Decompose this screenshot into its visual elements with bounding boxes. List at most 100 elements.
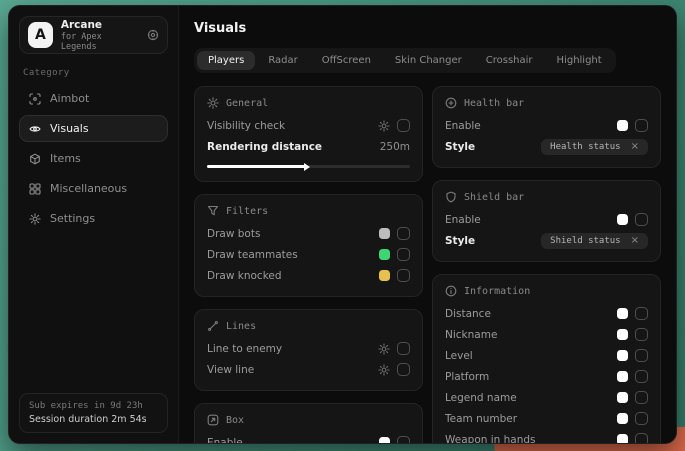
setting-row-team-number: Team number [445,408,648,429]
sidebar-item-label: Miscellaneous [50,182,127,195]
setting-row-rendering-distance: Rendering distance250m [207,136,410,171]
setting-label: Weapon in hands [445,434,617,444]
checkbox[interactable] [397,119,410,132]
tab-players[interactable]: Players [197,51,255,70]
color-swatch[interactable] [379,270,390,281]
color-swatch[interactable] [617,120,628,131]
tab-crosshair[interactable]: Crosshair [475,51,544,70]
setting-label: Nickname [445,329,617,341]
color-swatch[interactable] [379,228,390,239]
setting-row-weapon-in-hands: Weapon in hands [445,429,648,443]
slider[interactable] [207,162,410,171]
checkbox[interactable] [635,307,648,320]
session-duration-text: Session duration 2m 54s [29,414,158,425]
tab-radar[interactable]: Radar [257,51,308,70]
checkbox[interactable] [635,119,648,132]
style-select[interactable]: Shield status× [541,233,648,249]
slider-thumb[interactable] [304,163,310,171]
section-title: Information [464,286,530,297]
gear-icon[interactable] [378,364,390,376]
color-swatch[interactable] [617,308,628,319]
app-header-text: Arcane for Apex Legends [61,19,139,52]
color-swatch[interactable] [617,392,628,403]
checkbox[interactable] [397,269,410,282]
checkbox[interactable] [397,363,410,376]
section-title: Filters [226,206,268,217]
checkbox[interactable] [635,349,648,362]
checkbox[interactable] [397,342,410,355]
setting-row-distance: Distance [445,303,648,324]
sub-expires-text: Sub expires in 9d 23h [29,401,158,411]
setting-row-view-line: View line [207,359,410,380]
setting-row-visibility-check: Visibility check [207,115,410,136]
checkbox[interactable] [635,391,648,404]
setting-row-main: Draw knocked [207,265,410,286]
section-title: Shield bar [464,192,524,203]
checkbox[interactable] [635,433,648,443]
info-icon [445,285,457,297]
checkbox[interactable] [635,412,648,425]
color-swatch[interactable] [617,371,628,382]
section-header: General [207,97,410,109]
target-icon[interactable] [147,29,159,41]
setting-row-main: StyleShield status× [445,230,648,251]
clear-icon[interactable]: × [631,236,639,246]
checkbox[interactable] [397,227,410,240]
sun-icon [207,97,219,109]
section-header: Box [207,414,410,426]
checkbox[interactable] [635,328,648,341]
gear-icon[interactable] [378,120,390,132]
setting-row-main: Level [445,345,648,366]
checkbox[interactable] [635,370,648,383]
setting-label: Draw bots [207,228,379,240]
tab-skin-changer[interactable]: Skin Changer [384,51,473,70]
setting-label: Visibility check [207,120,378,132]
clear-icon[interactable]: × [631,142,639,152]
color-swatch[interactable] [617,214,628,225]
color-swatch[interactable] [617,350,628,361]
left-column: General Visibility check Rendering distanc… [194,86,423,443]
line-icon [207,320,219,332]
setting-row-level: Level [445,345,648,366]
category-label: Category [23,68,164,78]
gear-icon[interactable] [378,343,390,355]
tab-offscreen[interactable]: OffScreen [311,51,382,70]
sidebar-item-items[interactable]: Items [19,145,168,172]
color-swatch[interactable] [617,413,628,424]
setting-label: Style [445,235,541,247]
setting-label: Line to enemy [207,343,378,355]
sidebar-item-label: Items [50,152,81,165]
color-swatch[interactable] [379,249,390,260]
checkbox[interactable] [397,248,410,261]
sidebar-item-settings[interactable]: Settings [19,205,168,232]
color-swatch[interactable] [379,437,390,443]
main-content: Visuals PlayersRadarOffScreenSkin Change… [179,6,676,443]
sidebar-item-aimbot[interactable]: Aimbot [19,85,168,112]
section-general: General Visibility check Rendering distanc… [194,86,423,182]
grid-icon [29,183,41,195]
slider-track[interactable] [207,165,410,168]
setting-row-main: Visibility check [207,115,410,136]
sidebar-item-label: Aimbot [50,92,89,105]
setting-row-main: Draw bots [207,223,410,244]
style-select[interactable]: Health status × [541,139,648,155]
setting-row-main: Distance [445,303,648,324]
right-column: Health barEnableStyleHealth status×Shiel… [432,86,661,443]
sidebar-item-miscellaneous[interactable]: Miscellaneous [19,175,168,202]
setting-row-nickname: Nickname [445,324,648,345]
section-title: Lines [226,321,256,332]
sidebar-item-visuals[interactable]: Visuals [19,115,168,142]
section-header: Health bar [445,97,648,109]
color-swatch[interactable] [617,434,628,443]
tab-highlight[interactable]: Highlight [546,51,613,70]
shield-icon [445,191,457,203]
checkbox[interactable] [635,213,648,226]
setting-row-draw-knocked: Draw knocked [207,265,410,286]
setting-label: Enable [207,437,379,444]
setting-label: Platform [445,371,617,383]
style-select-value: Health status [550,142,620,152]
subscription-card: Sub expires in 9d 23h Session duration 2… [19,393,168,433]
sidebar-nav: Aimbot Visuals Items Miscellaneous Settings [19,85,168,235]
checkbox[interactable] [397,436,410,443]
color-swatch[interactable] [617,329,628,340]
